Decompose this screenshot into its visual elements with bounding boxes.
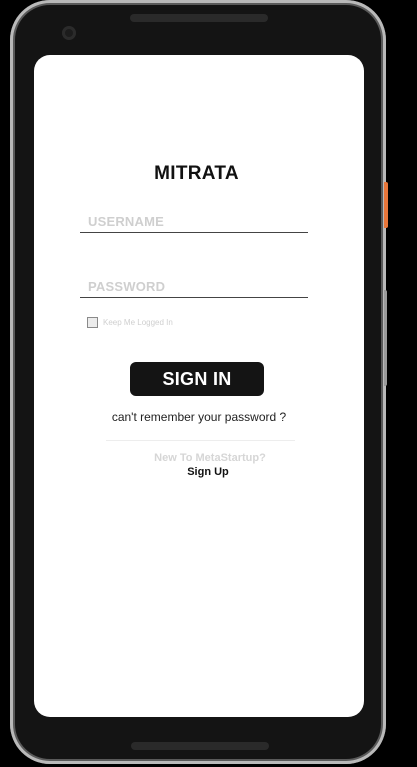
bottom-speaker <box>131 742 269 750</box>
forgot-password-link[interactable]: can't remember your password ? <box>34 410 364 424</box>
keep-logged-in-label: Keep Me Logged In <box>103 317 173 327</box>
keep-logged-in-checkbox[interactable] <box>87 316 98 328</box>
app-screen: MITRATA Keep Me Logged In SIGN IN can't … <box>34 55 364 717</box>
sign-up-link[interactable]: Sign Up <box>34 466 364 478</box>
power-button <box>384 182 388 228</box>
keep-logged-in-row[interactable]: Keep Me Logged In <box>87 315 173 329</box>
username-field <box>80 210 308 233</box>
sign-in-button[interactable]: SIGN IN <box>130 362 264 396</box>
volume-button <box>384 290 387 386</box>
password-field <box>80 275 308 298</box>
app-title: MITRATA <box>154 163 239 184</box>
front-camera-icon <box>62 26 76 40</box>
password-input[interactable] <box>80 275 308 297</box>
username-input[interactable] <box>80 210 308 232</box>
divider <box>106 440 295 441</box>
earpiece-speaker <box>130 14 268 22</box>
device-mockup-stage: MITRATA Keep Me Logged In SIGN IN can't … <box>0 0 417 767</box>
signup-prompt: New To MetaStartup? <box>154 452 266 464</box>
